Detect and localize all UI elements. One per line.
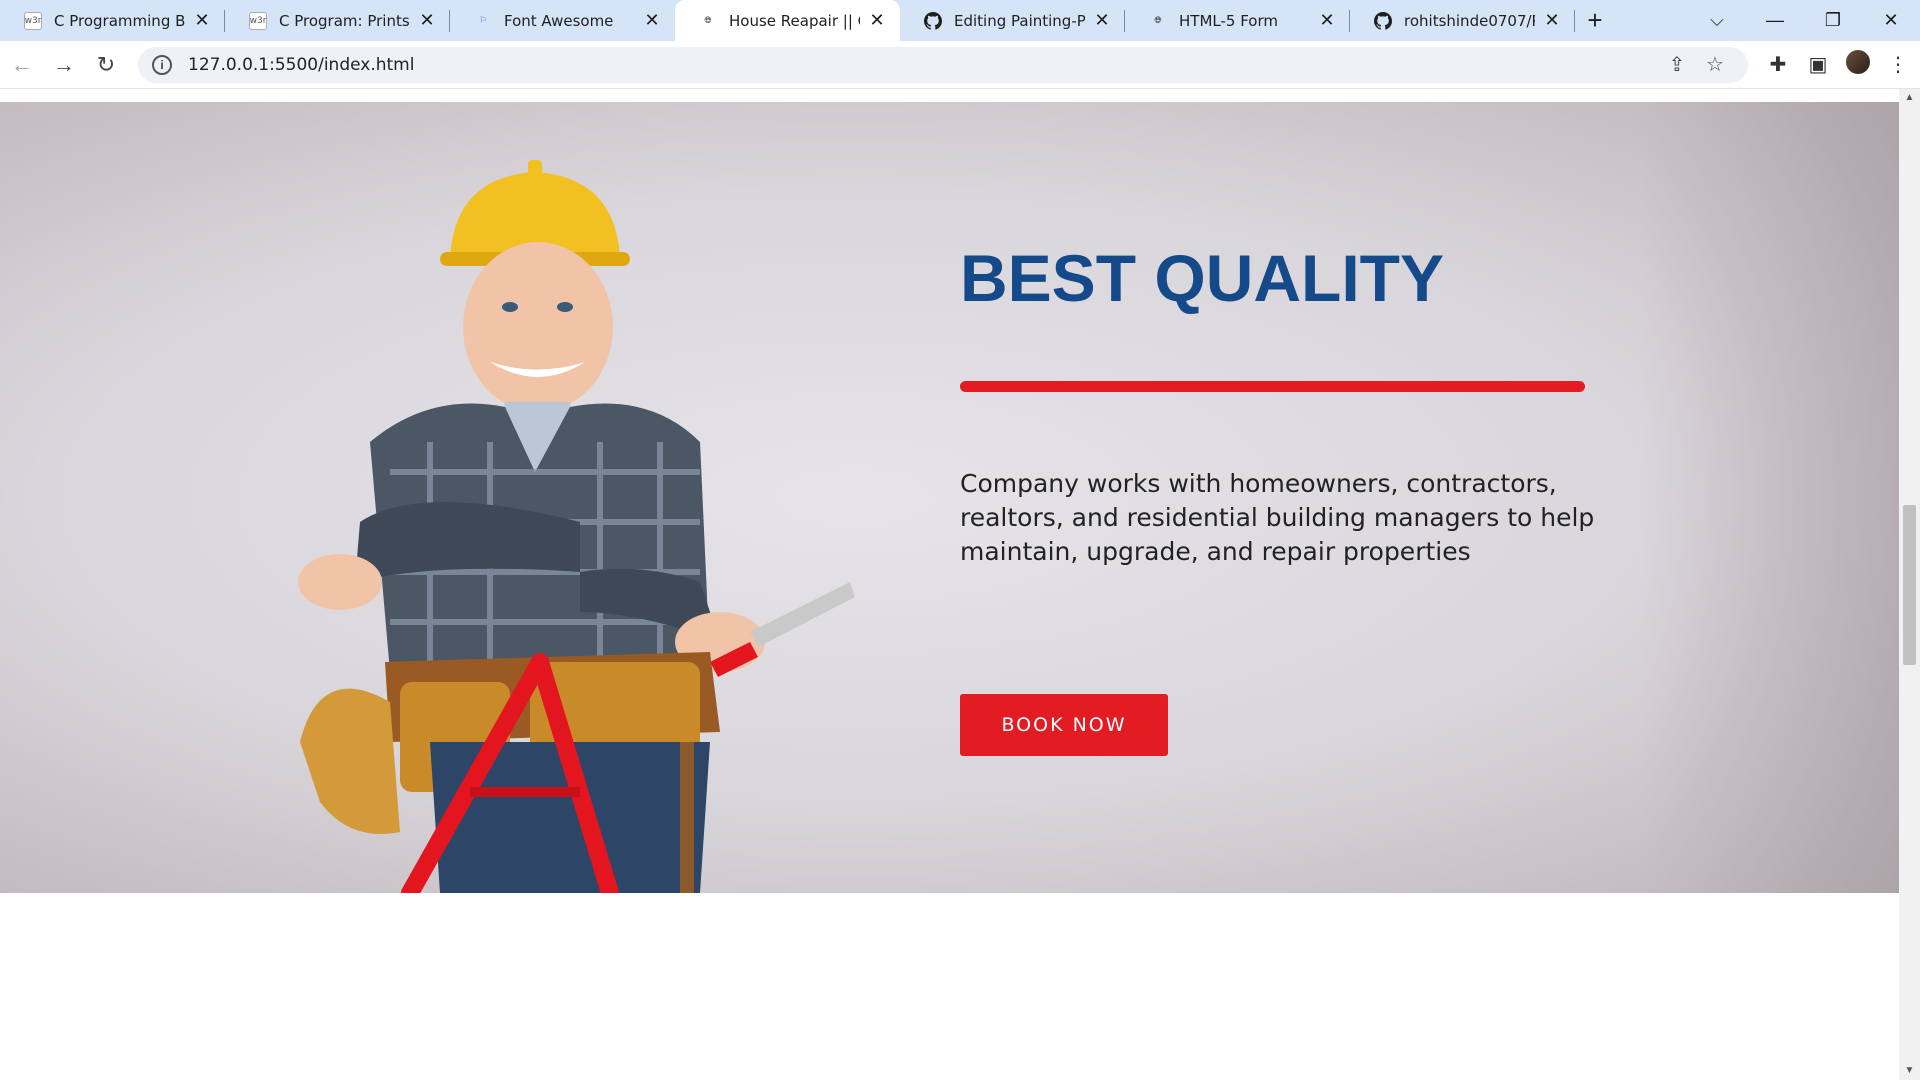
avatar — [1846, 49, 1870, 74]
address-bar[interactable]: i 127.0.0.1:5500/index.html ⇪ ☆ — [138, 46, 1748, 83]
hero-content: BEST QUALITY Company works with homeowne… — [960, 102, 1720, 893]
tab-c-programming-basic[interactable]: w3r C Programming Basic ✕ — [0, 0, 225, 41]
bookmark-star-icon[interactable]: ☆ — [1696, 52, 1734, 77]
browser-toolbar: ← → ↻ i 127.0.0.1:5500/index.html ⇪ ☆ ✚ … — [0, 41, 1920, 89]
menu-kebab-icon[interactable]: ⋮ — [1878, 52, 1918, 77]
globe-icon: 🌐︎ — [704, 15, 712, 25]
github-icon — [1374, 11, 1392, 30]
w3schools-icon: w3r — [24, 11, 42, 30]
close-tab-icon[interactable]: ✕ — [1318, 10, 1336, 31]
page-viewport: BEST QUALITY Company works with homeowne… — [0, 89, 1899, 1080]
new-tab-button[interactable]: + — [1575, 0, 1615, 41]
vertical-scrollbar[interactable]: ▲ ▼ — [1899, 89, 1920, 1080]
back-arrow-icon[interactable]: ← — [2, 45, 42, 85]
tab-title: C Programming Basic — [54, 11, 185, 30]
minimize-icon[interactable]: — — [1746, 10, 1804, 31]
tab-editing-painting[interactable]: Editing Painting-Plum ✕ — [900, 0, 1125, 41]
scroll-down-arrow-icon[interactable]: ▼ — [1899, 1062, 1920, 1080]
close-tab-icon[interactable]: ✕ — [193, 10, 211, 31]
close-window-icon[interactable]: ✕ — [1862, 10, 1920, 31]
hero-title: BEST QUALITY — [960, 241, 1445, 315]
tab-rohitshinde[interactable]: rohitshinde0707/Pain ✕ — [1350, 0, 1575, 41]
book-now-button[interactable]: BOOK NOW — [960, 694, 1168, 756]
browser-window: w3r C Programming Basic ✕ w3r C Program:… — [0, 0, 1920, 1080]
tab-title: Font Awesome — [504, 11, 614, 30]
reload-icon[interactable]: ↻ — [86, 45, 126, 85]
toolbar-actions: ✚ ▣ ⋮ — [1758, 49, 1918, 80]
tab-search-chevron-icon[interactable]: ⌵ — [1688, 10, 1746, 31]
restore-icon[interactable]: ❐ — [1804, 10, 1862, 31]
extensions-puzzle-icon[interactable]: ✚ — [1758, 52, 1798, 77]
hero-section: BEST QUALITY Company works with homeowne… — [0, 102, 1899, 893]
close-tab-icon[interactable]: ✕ — [868, 10, 886, 31]
share-icon[interactable]: ⇪ — [1658, 52, 1696, 77]
w3schools-icon: w3r — [249, 11, 267, 30]
tab-title: House Reapair || Cons — [729, 11, 860, 30]
window-controls: ⌵ — ❐ ✕ — [1688, 0, 1920, 41]
url-text[interactable]: 127.0.0.1:5500/index.html — [188, 55, 1658, 75]
tab-title: C Program: Prints the — [279, 11, 410, 30]
hero-description: Company works with homeowners, contracto… — [960, 469, 1595, 566]
construction-worker-image — [298, 160, 855, 893]
tab-title: Editing Painting-Plum — [954, 11, 1085, 30]
scroll-up-arrow-icon[interactable]: ▲ — [1899, 89, 1920, 107]
close-tab-icon[interactable]: ✕ — [418, 10, 436, 31]
flag-icon: ⚐ — [478, 15, 488, 25]
close-tab-icon[interactable]: ✕ — [1543, 10, 1561, 31]
tab-title: rohitshinde0707/Pain — [1404, 11, 1535, 30]
tab-strip: w3r C Programming Basic ✕ w3r C Program:… — [0, 0, 1920, 41]
profile-avatar[interactable] — [1838, 49, 1878, 80]
tab-font-awesome[interactable]: ⚐ Font Awesome ✕ — [450, 0, 675, 41]
title-underline-bar — [960, 381, 1585, 392]
close-tab-icon[interactable]: ✕ — [643, 10, 661, 31]
side-panel-icon[interactable]: ▣ — [1798, 52, 1838, 77]
tab-c-program-prints[interactable]: w3r C Program: Prints the ✕ — [225, 0, 450, 41]
forward-arrow-icon[interactable]: → — [44, 45, 84, 85]
globe-icon: 🌐︎ — [1154, 15, 1162, 25]
tab-title: HTML-5 Form — [1179, 11, 1278, 30]
scrollbar-thumb[interactable] — [1903, 505, 1916, 665]
close-tab-icon[interactable]: ✕ — [1093, 10, 1111, 31]
tab-html5-form[interactable]: 🌐︎ HTML-5 Form ✕ — [1125, 0, 1350, 41]
tab-house-repair[interactable]: 🌐︎ House Reapair || Cons ✕ — [675, 0, 900, 41]
github-icon — [924, 11, 942, 30]
site-info-icon[interactable]: i — [152, 54, 172, 75]
